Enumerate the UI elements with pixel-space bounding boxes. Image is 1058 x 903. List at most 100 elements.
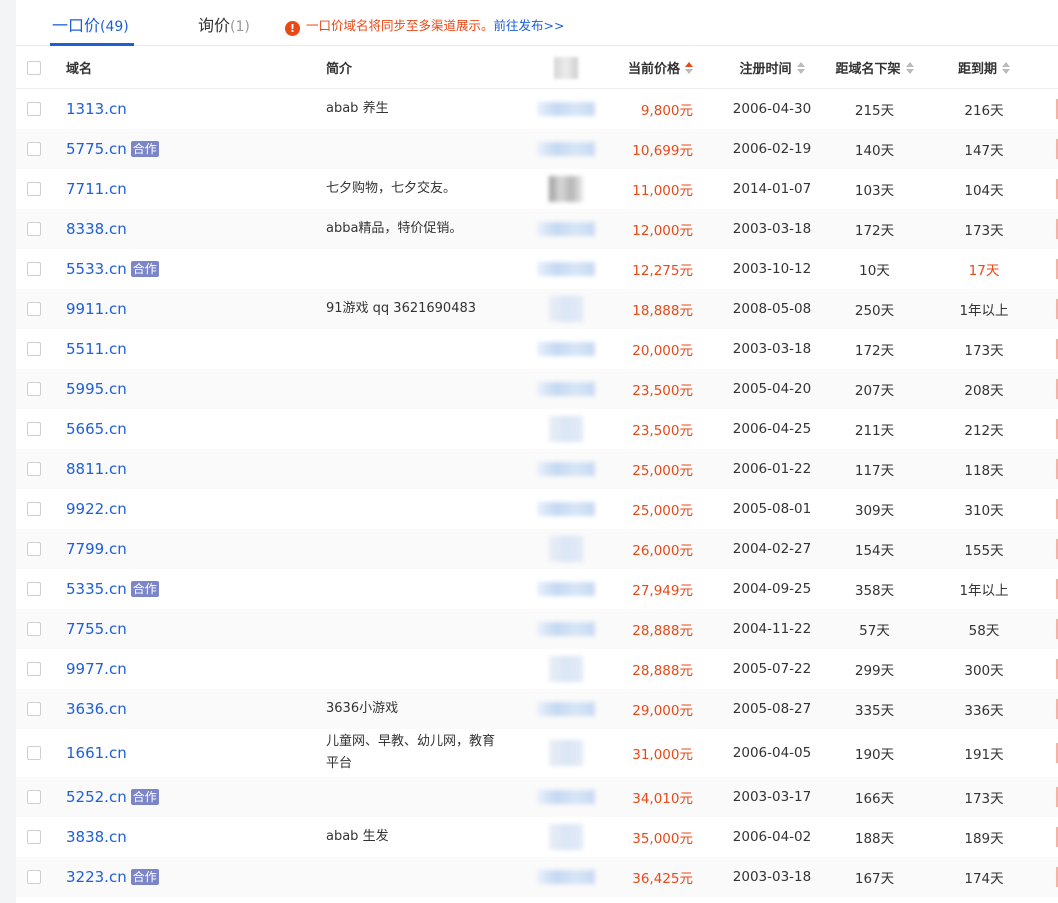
- price-value: 12,275元: [632, 263, 693, 279]
- expiry-cell: 173天: [934, 777, 1034, 817]
- domain-link[interactable]: 5995.cn: [66, 380, 127, 398]
- domain-link[interactable]: 9911.cn: [66, 300, 127, 318]
- table-row: 3838.cn abab 生发 35,000元 2006-04-02 188天 189天: [16, 817, 1058, 857]
- table-row: 5775.cn 合作 10,699元 2006-02-19 140天 147天: [16, 129, 1058, 169]
- domain-link[interactable]: 5335.cn: [66, 580, 127, 598]
- domain-link[interactable]: 1661.cn: [66, 744, 127, 762]
- row-checkbox-cell: [27, 249, 41, 289]
- row-checkbox[interactable]: [27, 702, 41, 716]
- row-checkbox-cell: [27, 329, 41, 369]
- header-regdate[interactable]: 注册时间: [722, 47, 822, 88]
- row-checkbox[interactable]: [27, 142, 41, 156]
- warning-icon: !: [285, 21, 300, 36]
- cooperation-badge: 合作: [130, 261, 159, 277]
- expiry-value: 191天: [964, 747, 1004, 763]
- domain-link[interactable]: 1313.cn: [66, 100, 127, 118]
- regdate-cell: 2003-03-18: [722, 209, 822, 249]
- domain-link[interactable]: 7755.cn: [66, 620, 127, 638]
- sort-ascending-icon[interactable]: [685, 61, 693, 74]
- row-checkbox[interactable]: [27, 102, 41, 116]
- domain-link[interactable]: 8338.cn: [66, 220, 127, 238]
- row-checkbox[interactable]: [27, 830, 41, 844]
- publish-link[interactable]: 前往发布>>: [494, 18, 565, 33]
- regdate-value: 2006-04-02: [732, 829, 812, 845]
- domain-link[interactable]: 3223.cn: [66, 868, 127, 886]
- domain-link[interactable]: 5533.cn: [66, 260, 127, 278]
- header-regdate-label: 注册时间: [739, 62, 792, 77]
- row-checkbox[interactable]: [27, 342, 41, 356]
- sort-icon[interactable]: [905, 61, 914, 74]
- domain-link[interactable]: 8811.cn: [66, 460, 127, 478]
- domain-link[interactable]: 7711.cn: [66, 180, 127, 198]
- regdate-cell: 2005-08-27: [722, 689, 822, 729]
- header-offshelf[interactable]: 距域名下架: [822, 47, 927, 88]
- offshelf-value: 117天: [854, 463, 895, 479]
- price-value: 20,000元: [632, 343, 693, 359]
- tab-inquiry-count: (1): [230, 19, 250, 35]
- domain-link[interactable]: 5775.cn: [66, 140, 127, 158]
- expiry-value: 1年以上: [959, 583, 1009, 599]
- tab-fixed-price[interactable]: 一口价(49): [52, 12, 129, 36]
- desc-cell: [326, 489, 506, 529]
- header-expiry[interactable]: 距到期: [934, 47, 1034, 88]
- row-checkbox[interactable]: [27, 222, 41, 236]
- table-row: 8811.cn 25,000元 2006-01-22 117天 118天: [16, 449, 1058, 489]
- row-checkbox-cell: [27, 89, 41, 129]
- domain-link[interactable]: 5511.cn: [66, 340, 127, 358]
- domain-link[interactable]: 5252.cn: [66, 788, 127, 806]
- domain-link[interactable]: 9977.cn: [66, 660, 127, 678]
- price-value: 28,888元: [632, 663, 693, 679]
- desc-cell: [326, 329, 506, 369]
- sort-icon[interactable]: [796, 61, 805, 74]
- domain-cell: 5775.cn 合作: [66, 129, 159, 169]
- row-checkbox[interactable]: [27, 462, 41, 476]
- row-checkbox[interactable]: [27, 870, 41, 884]
- row-checkbox[interactable]: [27, 622, 41, 636]
- offshelf-cell: 335天: [822, 689, 927, 729]
- domain-description: abab 养生: [326, 101, 389, 116]
- row-checkbox[interactable]: [27, 662, 41, 676]
- row-checkbox[interactable]: [27, 542, 41, 556]
- row-checkbox[interactable]: [27, 502, 41, 516]
- domain-link[interactable]: 3838.cn: [66, 828, 127, 846]
- expiry-value: 147天: [964, 143, 1004, 159]
- offshelf-value: 250天: [854, 303, 895, 319]
- row-checkbox[interactable]: [27, 746, 41, 760]
- cooperation-badge: 合作: [130, 581, 159, 597]
- offshelf-value: 188天: [854, 831, 895, 847]
- desc-cell: abab 养生: [326, 89, 506, 129]
- sort-icon[interactable]: [1002, 61, 1010, 74]
- tab-inquiry[interactable]: 询价(1): [198, 12, 250, 36]
- row-checkbox[interactable]: [27, 790, 41, 804]
- domain-link[interactable]: 7799.cn: [66, 540, 127, 558]
- row-checkbox[interactable]: [27, 262, 41, 276]
- domain-description: 91游戏 qq 3621690483: [326, 301, 477, 316]
- select-all-checkbox[interactable]: [27, 60, 41, 75]
- desc-cell: [326, 649, 506, 689]
- offshelf-value: 172天: [854, 343, 895, 359]
- row-checkbox[interactable]: [27, 382, 41, 396]
- price-value: 31,000元: [632, 747, 693, 763]
- domain-link[interactable]: 9922.cn: [66, 500, 127, 518]
- table-row: 5335.cn 合作 27,949元 2004-09-25 358天 1年以上: [16, 569, 1058, 609]
- offshelf-cell: 358天: [822, 569, 927, 609]
- domain-description: 3636小游戏: [326, 701, 399, 716]
- regdate-cell: 2006-02-19: [722, 129, 822, 169]
- row-checkbox[interactable]: [27, 422, 41, 436]
- domain-link[interactable]: 3636.cn: [66, 700, 127, 718]
- price-cell: 29,000元: [576, 689, 693, 729]
- table-row: 1661.cn 儿童网、早教、幼儿网，教育平台 31,000元 2006-04-05 1…: [16, 729, 1058, 777]
- offshelf-cell: 207天: [822, 369, 927, 409]
- offshelf-cell: 215天: [822, 89, 927, 129]
- regdate-cell: 2005-07-22: [722, 649, 822, 689]
- price-cell: 23,500元: [576, 409, 693, 449]
- desc-cell: abba精品，特价促销。: [326, 209, 506, 249]
- row-checkbox[interactable]: [27, 582, 41, 596]
- header-price[interactable]: 当前价格: [576, 47, 693, 88]
- domain-link[interactable]: 5665.cn: [66, 420, 127, 438]
- row-checkbox-cell: [27, 489, 41, 529]
- price-value: 25,000元: [632, 503, 693, 519]
- row-checkbox[interactable]: [27, 302, 41, 316]
- row-checkbox[interactable]: [27, 182, 41, 196]
- regdate-value: 2005-08-27: [732, 701, 812, 717]
